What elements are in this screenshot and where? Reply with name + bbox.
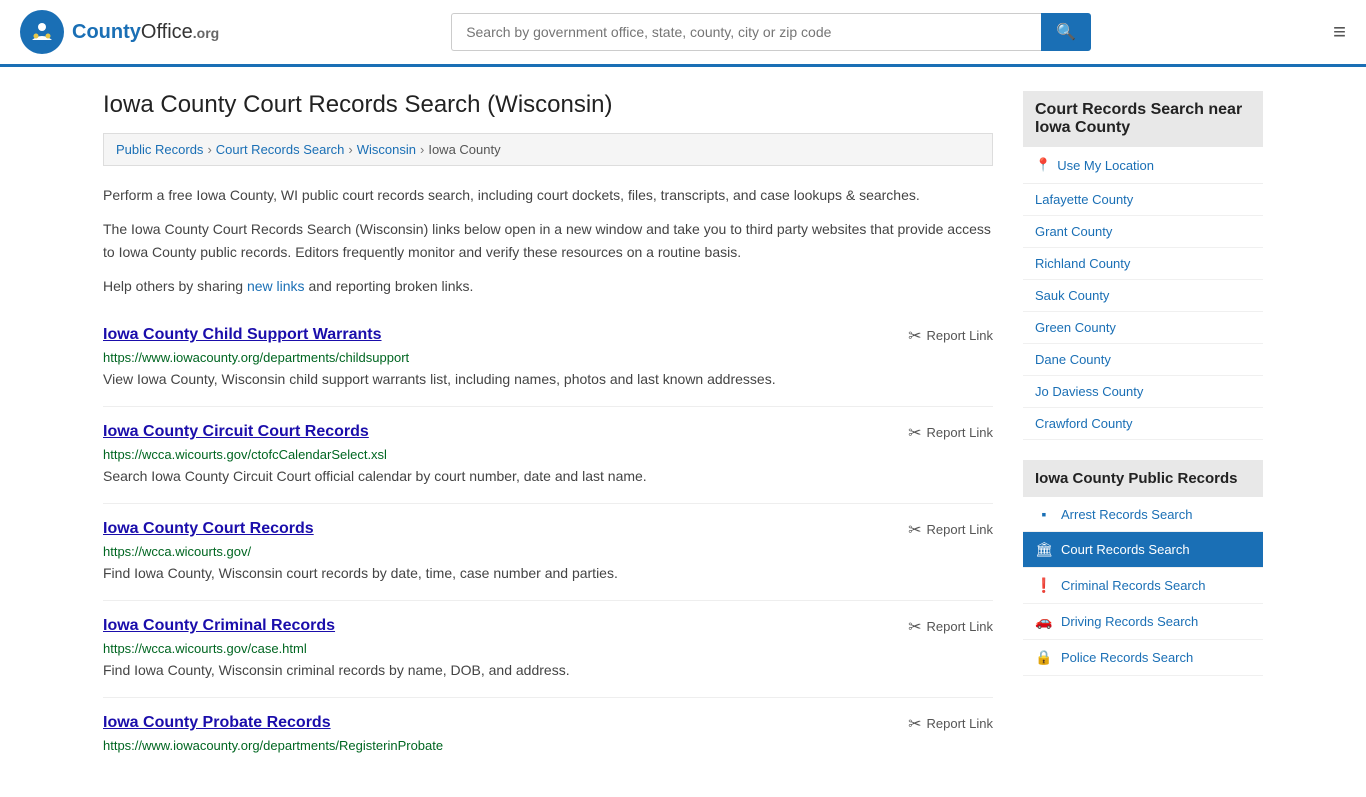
court-icon: 🏛 [1035, 541, 1053, 558]
pub-rec-court-label: Court Records Search [1061, 542, 1190, 557]
pub-rec-criminal[interactable]: ❗ Criminal Records Search [1023, 568, 1263, 604]
breadcrumb: Public Records › Court Records Search › … [103, 133, 993, 166]
pub-rec-police-label: Police Records Search [1061, 650, 1193, 665]
result-url-4: https://www.iowacounty.org/departments/R… [103, 738, 993, 753]
search-input[interactable] [451, 13, 1041, 51]
use-my-location-label: Use My Location [1057, 158, 1154, 173]
arrest-icon: ▪ [1035, 506, 1053, 522]
pub-rec-arrest[interactable]: ▪ Arrest Records Search [1023, 497, 1263, 532]
result-url-3: https://wcca.wicourts.gov/case.html [103, 641, 993, 656]
report-link-4[interactable]: ✂ Report Link [908, 714, 993, 734]
sidebar-link-1[interactable]: Grant County [1023, 216, 1263, 248]
sidebar: Court Records Search near Iowa County 📍 … [1023, 91, 1263, 773]
description-3: Help others by sharing new links and rep… [103, 275, 993, 297]
result-item: Iowa County Criminal Records ✂ Report Li… [103, 601, 993, 698]
police-icon: 🔒 [1035, 649, 1053, 666]
results-list: Iowa County Child Support Warrants ✂ Rep… [103, 310, 993, 773]
breadcrumb-iowa-county: Iowa County [428, 142, 500, 157]
public-records-title: Iowa County Public Records [1023, 460, 1263, 497]
report-link-3[interactable]: ✂ Report Link [908, 617, 993, 637]
driving-icon: 🚗 [1035, 613, 1053, 630]
nearby-title: Court Records Search near Iowa County [1023, 91, 1263, 147]
sidebar-link-2[interactable]: Richland County [1023, 248, 1263, 280]
result-item: Iowa County Child Support Warrants ✂ Rep… [103, 310, 993, 407]
sidebar-link-3[interactable]: Sauk County [1023, 280, 1263, 312]
breadcrumb-wisconsin[interactable]: Wisconsin [357, 142, 416, 157]
result-url-1: https://wcca.wicourts.gov/ctofcCalendarS… [103, 447, 993, 462]
logo[interactable]: CountyOffice.org [20, 10, 219, 54]
result-item: Iowa County Court Records ✂ Report Link … [103, 504, 993, 601]
description-1: Perform a free Iowa County, WI public co… [103, 184, 993, 206]
menu-button[interactable]: ≡ [1333, 19, 1346, 45]
result-title-3[interactable]: Iowa County Criminal Records [103, 617, 335, 635]
result-title-2[interactable]: Iowa County Court Records [103, 520, 314, 538]
logo-text: CountyOffice.org [72, 21, 219, 44]
criminal-icon: ❗ [1035, 577, 1053, 594]
use-my-location[interactable]: 📍 Use My Location [1023, 147, 1263, 184]
sidebar-link-4[interactable]: Green County [1023, 312, 1263, 344]
pub-rec-police[interactable]: 🔒 Police Records Search [1023, 640, 1263, 676]
result-title-1[interactable]: Iowa County Circuit Court Records [103, 423, 369, 441]
pub-rec-criminal-label: Criminal Records Search [1061, 578, 1206, 593]
breadcrumb-public-records[interactable]: Public Records [116, 142, 203, 157]
result-desc-0: View Iowa County, Wisconsin child suppor… [103, 369, 993, 390]
public-records-section: Iowa County Public Records ▪ Arrest Reco… [1023, 460, 1263, 676]
sidebar-link-7[interactable]: Crawford County [1023, 408, 1263, 440]
header: CountyOffice.org 🔍 ≡ [0, 0, 1366, 67]
sidebar-link-5[interactable]: Dane County [1023, 344, 1263, 376]
description-2: The Iowa County Court Records Search (Wi… [103, 218, 993, 263]
result-title-4[interactable]: Iowa County Probate Records [103, 714, 331, 732]
result-desc-3: Find Iowa County, Wisconsin criminal rec… [103, 660, 993, 681]
nearby-section: Court Records Search near Iowa County 📍 … [1023, 91, 1263, 440]
new-links-link[interactable]: new links [247, 278, 305, 294]
logo-icon [20, 10, 64, 54]
report-link-2[interactable]: ✂ Report Link [908, 520, 993, 540]
sidebar-link-0[interactable]: Lafayette County [1023, 184, 1263, 216]
pub-rec-arrest-label: Arrest Records Search [1061, 507, 1193, 522]
result-desc-2: Find Iowa County, Wisconsin court record… [103, 563, 993, 584]
result-item: Iowa County Probate Records ✂ Report Lin… [103, 698, 993, 773]
report-link-1[interactable]: ✂ Report Link [908, 423, 993, 443]
pub-rec-court[interactable]: 🏛 Court Records Search [1023, 532, 1263, 568]
main-content: Iowa County Court Records Search (Wiscon… [103, 91, 993, 773]
sidebar-link-6[interactable]: Jo Daviess County [1023, 376, 1263, 408]
pub-rec-driving[interactable]: 🚗 Driving Records Search [1023, 604, 1263, 640]
breadcrumb-court-records-search[interactable]: Court Records Search [216, 142, 345, 157]
result-desc-1: Search Iowa County Circuit Court officia… [103, 466, 993, 487]
result-url-0: https://www.iowacounty.org/departments/c… [103, 350, 993, 365]
pub-rec-driving-label: Driving Records Search [1061, 614, 1198, 629]
result-item: Iowa County Circuit Court Records ✂ Repo… [103, 407, 993, 504]
report-link-0[interactable]: ✂ Report Link [908, 326, 993, 346]
main-container: Iowa County Court Records Search (Wiscon… [83, 67, 1283, 797]
page-title: Iowa County Court Records Search (Wiscon… [103, 91, 993, 119]
result-title-0[interactable]: Iowa County Child Support Warrants [103, 326, 382, 344]
search-button[interactable]: 🔍 [1041, 13, 1091, 51]
search-bar: 🔍 [451, 13, 1091, 51]
result-url-2: https://wcca.wicourts.gov/ [103, 544, 993, 559]
